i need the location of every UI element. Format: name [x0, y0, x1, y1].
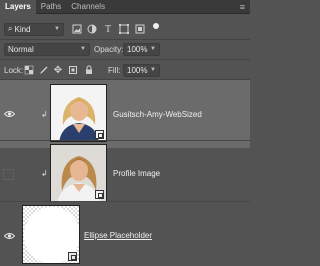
chevron-down-icon: ▼	[54, 26, 60, 32]
opacity-field[interactable]: 100% ▼	[123, 42, 160, 56]
layer-row[interactable]: ↲ Gusitsch-Amy-WebSized	[0, 80, 250, 148]
blend-mode-select[interactable]: Normal ▼	[4, 42, 90, 56]
layer-row[interactable]: ↲ Profile Image	[0, 141, 250, 209]
layer-name[interactable]: Gusitsch-Amy-WebSized	[113, 110, 202, 119]
tab-paths[interactable]: Paths	[36, 0, 66, 14]
lock-artboard-icon[interactable]	[67, 64, 79, 76]
layer-row[interactable]: Ellipse Placeholder	[0, 202, 250, 266]
divider	[0, 39, 250, 40]
fill-label: Fill:	[108, 65, 121, 75]
chevron-down-icon: ▼	[150, 67, 156, 73]
opacity-label: Opacity:	[94, 44, 124, 54]
search-icon: ⌕	[8, 24, 13, 33]
clipping-mask-icon: ↲	[41, 110, 48, 119]
adjustment-filter-icon[interactable]	[86, 23, 98, 35]
filter-kind-select[interactable]: ⌕ Kind ▼	[4, 22, 64, 36]
filter-toggle-icon[interactable]	[153, 23, 159, 29]
smart-object-badge-icon	[95, 130, 104, 139]
blend-row: Normal ▼ Opacity: 100% ▼	[0, 41, 250, 57]
blend-mode-value: Normal	[8, 44, 34, 54]
opacity-value: 100%	[127, 44, 148, 54]
smart-object-filter-icon[interactable]	[134, 23, 146, 35]
shape-filter-icon[interactable]	[118, 23, 130, 35]
fill-field[interactable]: 100% ▼	[123, 63, 160, 77]
layer-name[interactable]: Ellipse Placeholder	[84, 231, 152, 240]
panel-tab-bar: Layers Paths Channels ≡	[0, 0, 250, 14]
panel-menu-icon[interactable]: ≡	[235, 0, 250, 14]
lock-label: Lock:	[4, 65, 24, 75]
layer-thumbnail	[50, 84, 107, 142]
layer-thumbnail	[22, 205, 80, 264]
smart-object-badge-icon	[95, 190, 104, 199]
type-filter-icon[interactable]: T	[102, 23, 114, 35]
lock-row: Lock: ✥ Fill: 100% ▼	[0, 62, 250, 78]
layer-name[interactable]: Profile Image	[113, 169, 160, 178]
lock-image-pixels-icon[interactable]	[37, 64, 49, 76]
lock-position-icon[interactable]: ✥	[52, 64, 64, 76]
fill-value: 100%	[127, 65, 148, 75]
chevron-down-icon: ▼	[80, 46, 86, 52]
visibility-eye-icon[interactable]	[3, 231, 15, 241]
tab-channels[interactable]: Channels	[66, 0, 110, 14]
lock-all-icon[interactable]	[83, 64, 95, 76]
layer-filter-row: ⌕ Kind ▼ T	[0, 20, 250, 38]
layer-thumbnail	[50, 144, 107, 202]
visibility-eye-icon[interactable]	[3, 109, 15, 119]
clipping-mask-icon: ↲	[41, 169, 48, 178]
image-filter-icon[interactable]	[71, 23, 83, 35]
chevron-down-icon: ▼	[150, 46, 156, 52]
lock-transparent-pixels-icon[interactable]	[23, 64, 35, 76]
divider	[0, 59, 250, 60]
visibility-toggle-empty[interactable]	[3, 169, 14, 180]
tab-layers[interactable]: Layers	[0, 0, 36, 14]
filter-kind-label: Kind	[14, 24, 31, 34]
shape-layer-badge-icon	[68, 252, 77, 261]
